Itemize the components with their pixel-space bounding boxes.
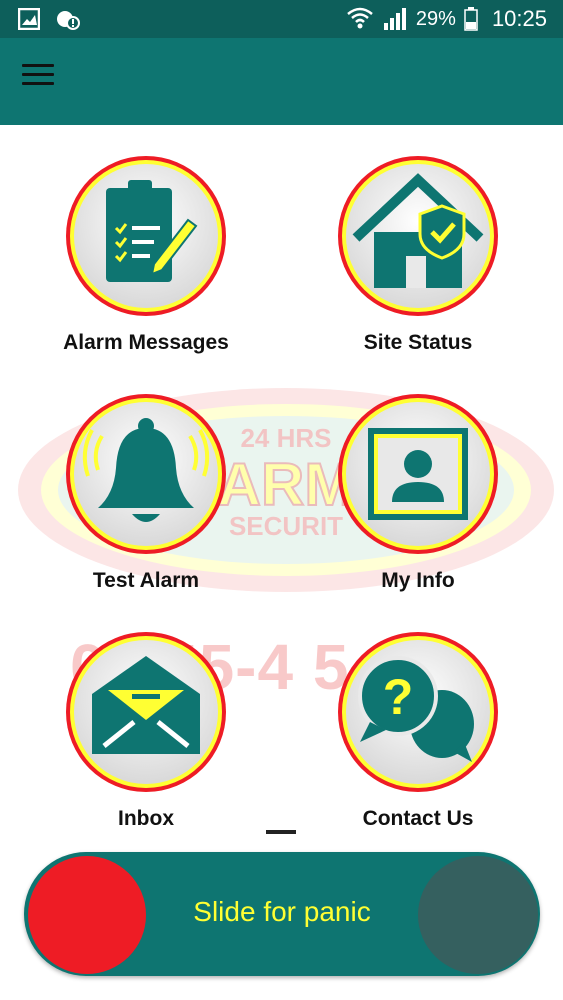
house-shield-icon	[338, 156, 498, 316]
my-info-button[interactable]: My Info	[308, 390, 528, 593]
contact-us-label: Contact Us	[362, 807, 474, 830]
panic-slider[interactable]: Slide for panic	[24, 852, 540, 976]
battery-percent: 29%	[415, 8, 456, 30]
ringing-bell-icon	[66, 394, 226, 554]
envelope-icon	[66, 632, 226, 792]
test-alarm-button[interactable]: Test Alarm	[36, 390, 256, 593]
signal-icon	[383, 8, 406, 30]
panic-slider-knob[interactable]	[28, 856, 146, 974]
contact-us-button[interactable]: ? Contact Us	[308, 628, 528, 831]
question-chat-icon: ?	[338, 632, 498, 792]
alarm-messages-button[interactable]: Alarm Messages	[36, 152, 256, 355]
menu-icon[interactable]	[22, 64, 54, 88]
status-bar: 29% 10:25	[0, 0, 563, 38]
site-status-label: Site Status	[363, 331, 473, 354]
security-alert-icon	[57, 11, 80, 30]
app-bar	[0, 38, 563, 125]
gallery-icon	[18, 8, 40, 30]
inbox-button[interactable]: Inbox	[36, 628, 256, 831]
svg-text:?: ?	[383, 669, 414, 725]
my-info-label: My Info	[381, 569, 455, 592]
clock: 10:25	[491, 6, 547, 31]
battery-icon	[464, 7, 478, 31]
wifi-icon	[347, 7, 373, 29]
test-alarm-label: Test Alarm	[92, 569, 200, 592]
user-profile-icon	[338, 394, 498, 554]
page-indicator	[266, 830, 296, 834]
clipboard-checklist-icon	[66, 156, 226, 316]
inbox-label: Inbox	[118, 807, 174, 830]
alarm-messages-label: Alarm Messages	[63, 331, 229, 354]
site-status-button[interactable]: Site Status	[308, 152, 528, 355]
